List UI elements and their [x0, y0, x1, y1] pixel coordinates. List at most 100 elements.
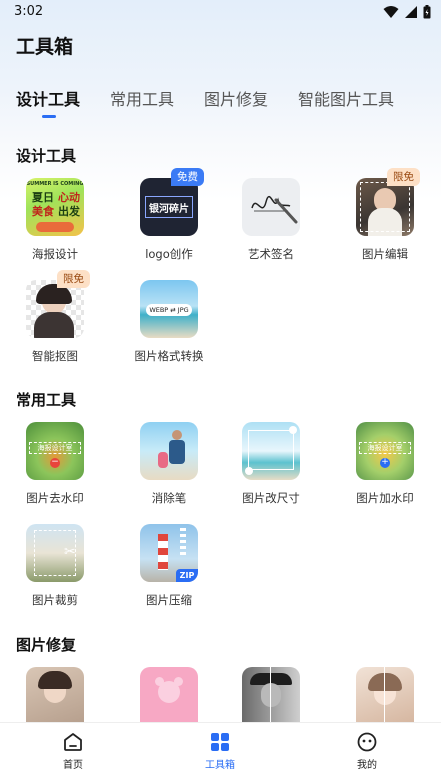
tool-logo-creation[interactable]: 银河碎片 免费 logo创作 [119, 168, 219, 278]
status-bar: 3:02 [0, 0, 441, 26]
nav-mine-label: 我的 [357, 760, 377, 771]
nav-toolbox-label: 工具箱 [205, 760, 235, 771]
tool-label: 智能抠图 [32, 349, 78, 363]
tool-label: 图片压缩 [146, 593, 192, 607]
page-title: 工具箱 [16, 36, 74, 58]
poster-design-icon: SUMMER IS COMING 夏日 心动 美食 出发 [26, 178, 84, 236]
nav-mine[interactable]: 我的 [337, 731, 397, 771]
smart-cutout-icon [26, 280, 84, 338]
add-plus-icon: + [380, 457, 390, 468]
tool-smart-cutout[interactable]: 限免 智能抠图 [5, 270, 105, 380]
tool-add-watermark[interactable]: 海报设计室 + 图片加水印 [335, 422, 435, 522]
home-icon [64, 733, 82, 751]
portrait-face [261, 683, 281, 707]
section-title-repair: 图片修复 [16, 636, 77, 654]
status-time: 3:02 [14, 4, 44, 19]
poster-word-4: 出发 [58, 205, 80, 218]
resize-image-icon [242, 422, 300, 480]
add-watermark-icon: 海报设计室 + [356, 422, 414, 480]
bottom-nav: 首页 工具箱 我的 [0, 722, 441, 784]
tool-label: 图片编辑 [362, 247, 408, 261]
tool-art-signature[interactable]: 艺术签名 [221, 178, 321, 278]
nav-home[interactable]: 首页 [43, 731, 103, 771]
tool-label: 消除笔 [151, 491, 187, 505]
resize-frame [248, 430, 294, 470]
compress-image-icon: ZIP [140, 524, 198, 582]
section-title-design: 设计工具 [16, 147, 77, 165]
bear-ear [155, 677, 164, 686]
tool-compress-image[interactable]: ZIP 图片压缩 [119, 524, 219, 624]
tool-eraser-pen[interactable]: 消除笔 [119, 422, 219, 522]
portrait-hair [368, 673, 402, 691]
signature-scribble [251, 195, 298, 224]
tool-repair-2[interactable] [119, 667, 219, 722]
format-pill: WEBP ⇄ JPG [146, 304, 192, 316]
tool-label: logo创作 [145, 247, 193, 261]
resize-handle [289, 426, 297, 434]
tab-common-tools[interactable]: 常用工具 [110, 86, 174, 110]
crop-image-icon: ✂ [26, 524, 84, 582]
resize-handle [245, 467, 253, 475]
lighthouse-shape [158, 534, 168, 570]
nav-home-label: 首页 [63, 760, 83, 771]
repair-bear-icon [140, 667, 198, 722]
tool-label: 图片改尺寸 [242, 491, 300, 505]
tool-label: 图片格式转换 [134, 349, 204, 363]
tool-resize-image[interactable]: 图片改尺寸 [221, 422, 321, 522]
child-figure [158, 452, 168, 468]
status-icons [383, 5, 431, 19]
remove-watermark-icon: 海报设计室 − [26, 422, 84, 480]
nav-toolbox[interactable]: 工具箱 [190, 731, 250, 771]
tool-repair-3[interactable] [221, 667, 321, 722]
tab-image-repair[interactable]: 图片修复 [204, 86, 268, 110]
tool-repair-4[interactable] [335, 667, 435, 722]
watermark-text: 海报设计室 [359, 442, 411, 454]
battery-icon [423, 5, 431, 19]
tool-label: 图片加水印 [356, 491, 414, 505]
tool-label: 图片去水印 [26, 491, 84, 505]
portrait-hair [38, 671, 72, 689]
logo-sample-text: 银河碎片 [149, 204, 189, 215]
grid-icon [211, 733, 229, 751]
tool-poster-design[interactable]: SUMMER IS COMING 夏日 心动 美食 出发 海报设计 [5, 178, 105, 278]
tool-format-convert[interactable]: WEBP ⇄ JPG 图片格式转换 [119, 280, 219, 380]
scissors-icon: ✂ [64, 544, 76, 560]
portrait-body [34, 312, 74, 338]
format-convert-icon: WEBP ⇄ JPG [140, 280, 198, 338]
tab-smart-image-tools[interactable]: 智能图片工具 [298, 86, 394, 110]
image-edit-icon [356, 178, 414, 236]
tool-label: 海报设计 [32, 247, 78, 261]
signature-pen-icon [242, 178, 300, 236]
repair-blur-portrait-icon [356, 667, 414, 722]
tool-repair-1[interactable] [5, 667, 105, 722]
tab-active-indicator [42, 115, 56, 118]
remove-minus-icon: − [50, 457, 60, 468]
bear-ear [174, 677, 183, 686]
tool-image-edit[interactable]: 限免 图片编辑 [335, 168, 435, 278]
repair-bw-portrait-icon [242, 667, 300, 722]
free-badge: 免费 [171, 168, 204, 186]
smiley-icon [357, 732, 377, 752]
zip-badge: ZIP [176, 569, 198, 582]
signal-icon [405, 6, 417, 18]
limited-free-badge: 限免 [387, 168, 420, 186]
zipper-icon [180, 528, 186, 558]
repair-portrait-icon [26, 667, 84, 722]
crop-frame [360, 182, 410, 232]
poster-fruit-shape [36, 222, 74, 232]
section-title-common: 常用工具 [16, 391, 77, 409]
person-body [169, 440, 185, 464]
limited-free-badge: 限免 [57, 270, 90, 288]
wifi-icon [383, 6, 399, 18]
eraser-pen-icon [140, 422, 198, 480]
watermark-text: 海报设计室 [29, 442, 81, 454]
tool-crop-image[interactable]: ✂ 图片裁剪 [5, 524, 105, 624]
poster-caption: SUMMER IS COMING [26, 181, 84, 187]
poster-word-3: 美食 [32, 205, 54, 218]
tab-bar: 设计工具 常用工具 图片修复 智能图片工具 [16, 86, 441, 120]
tab-design-tools[interactable]: 设计工具 [16, 86, 80, 110]
person-head [172, 430, 182, 440]
tool-label: 艺术签名 [248, 247, 294, 261]
compare-divider [270, 667, 271, 722]
tool-remove-watermark[interactable]: 海报设计室 − 图片去水印 [5, 422, 105, 522]
